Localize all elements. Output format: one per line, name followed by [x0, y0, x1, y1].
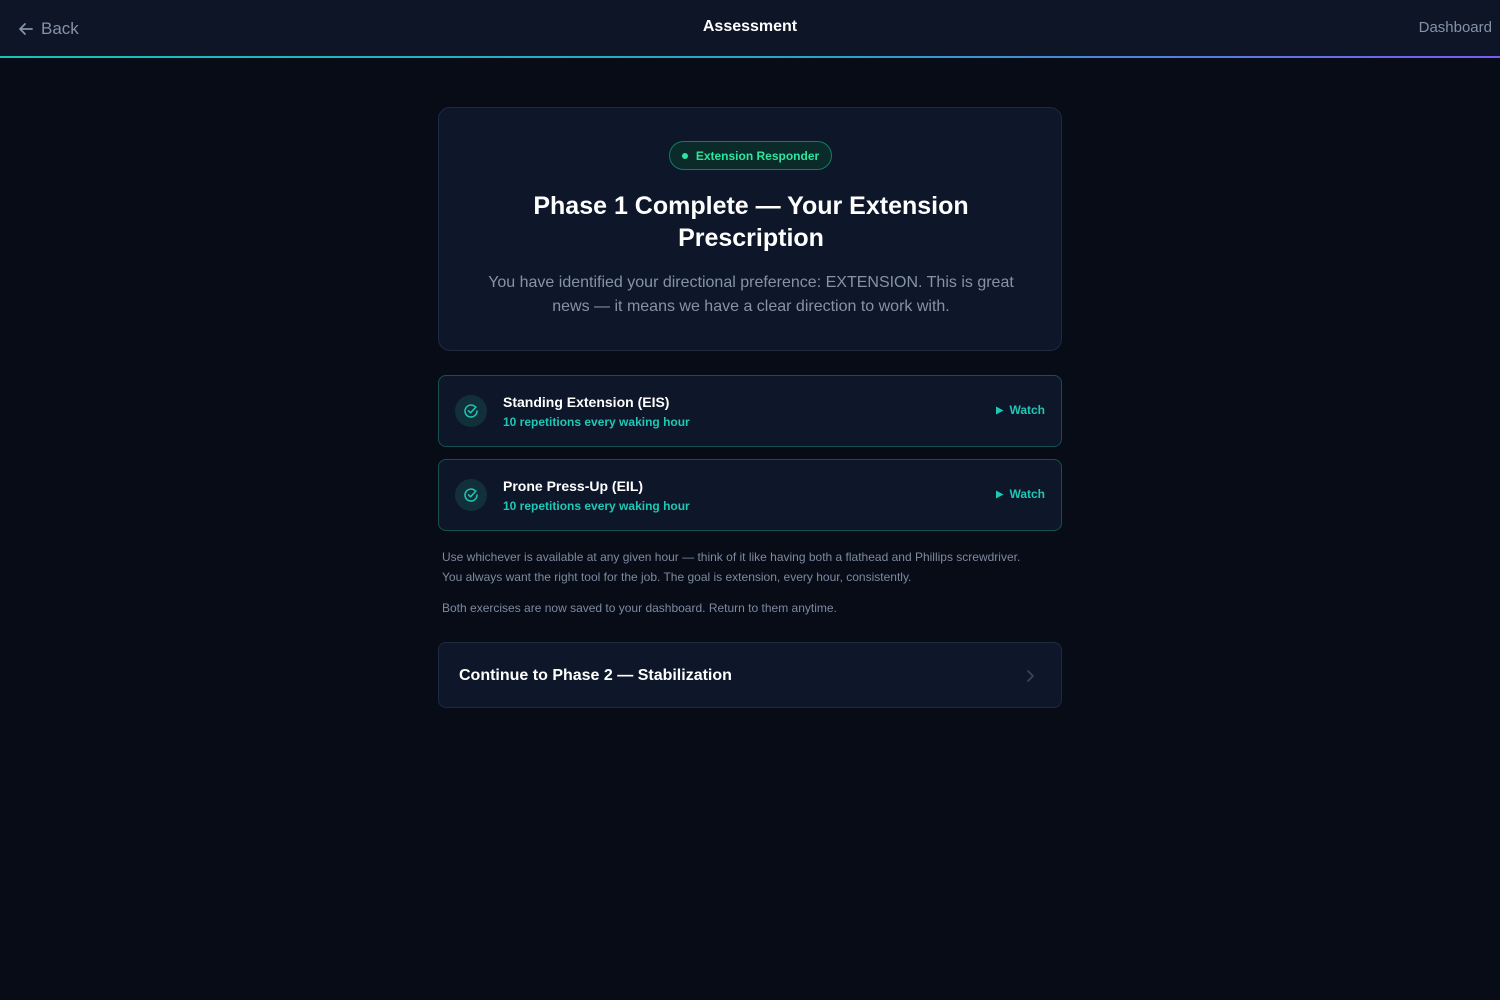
page-title: Assessment — [702, 18, 798, 35]
continue-label: Continue to Phase 2 — Stabilization — [459, 667, 732, 684]
exercise-reps: 10 repetitions every waking hour — [503, 415, 690, 429]
dashboard-link[interactable]: Dashboard — [1419, 19, 1492, 36]
badge-label: Extension Responder — [695, 148, 820, 163]
header-accent-line — [0, 56, 1500, 58]
play-icon — [995, 490, 1004, 499]
card-title: Phase 1 Complete — Your Extension Prescr… — [533, 192, 969, 252]
watch-label: Watch — [1009, 487, 1045, 501]
check-circle-icon — [455, 479, 487, 511]
watch-button[interactable]: Watch — [995, 403, 1045, 417]
play-icon — [995, 406, 1004, 415]
top-bar: Back Assessment Dashboard — [0, 0, 1500, 58]
exercise-name: Standing Extension (EIS) — [503, 394, 670, 410]
exercise-item-prone-press-up: Prone Press-Up (EIL) 10 repetitions ever… — [438, 459, 1062, 531]
phase-complete-card: Extension Responder Phase 1 Complete — Y… — [438, 107, 1062, 351]
watch-button[interactable]: Watch — [995, 487, 1045, 501]
status-dot-icon — [681, 152, 688, 159]
usage-note: Use whichever is available at any given … — [442, 550, 1021, 584]
exercise-item-standing-extension: Standing Extension (EIS) 10 repetitions … — [438, 375, 1062, 447]
responder-badge: Extension Responder — [669, 141, 832, 170]
check-circle-icon — [455, 395, 487, 427]
saved-note: Both exercises are now saved to your das… — [442, 601, 837, 615]
card-description: You have identified your directional pre… — [488, 274, 1014, 315]
exercise-reps: 10 repetitions every waking hour — [503, 499, 690, 513]
watch-label: Watch — [1009, 403, 1045, 417]
continue-phase-2-button[interactable]: Continue to Phase 2 — Stabilization — [438, 642, 1062, 708]
exercise-name: Prone Press-Up (EIL) — [503, 478, 644, 494]
chevron-right-icon — [1025, 668, 1035, 684]
